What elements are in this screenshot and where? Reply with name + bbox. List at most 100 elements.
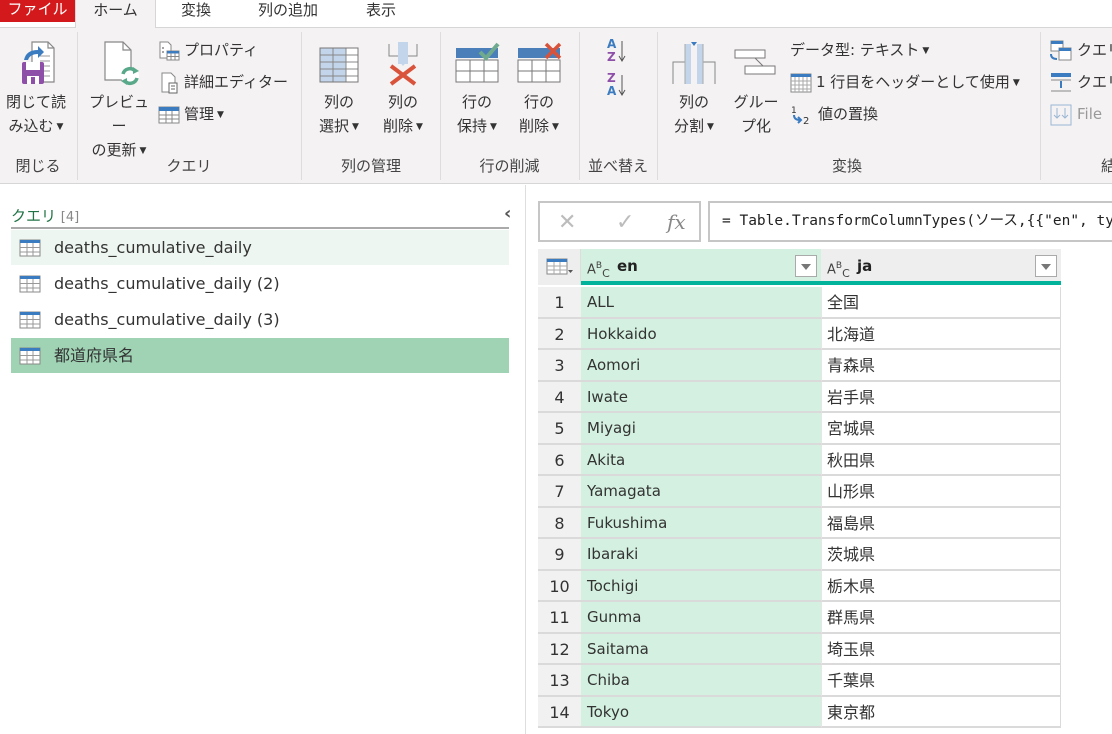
fx-icon[interactable]: fx (667, 210, 686, 234)
cell-en[interactable]: Yamagata (581, 476, 821, 508)
manage-button[interactable]: 管理 ▼ (158, 101, 224, 127)
cell-ja[interactable]: 栃木県 (821, 570, 1061, 602)
remove-rows-icon (517, 42, 562, 83)
ribbon-group-combine: クエリ クエリ File 結 (1041, 32, 1112, 180)
query-item-label: deaths_cumulative_daily (54, 238, 252, 257)
row-number[interactable]: 4 (538, 381, 581, 413)
query-item[interactable]: deaths_cumulative_daily (3) (11, 302, 509, 337)
cell-ja[interactable]: 千葉県 (821, 665, 1061, 697)
row-number[interactable]: 7 (538, 476, 581, 508)
row-number[interactable]: 8 (538, 507, 581, 539)
remove-columns-button[interactable]: 列の 削除 ▼ (374, 32, 432, 139)
chevron-down-icon: ▼ (352, 121, 359, 132)
collapse-pane-chevron-left-icon[interactable]: ‹ (504, 203, 511, 224)
column-header-ja[interactable]: ABC ja (821, 249, 1061, 285)
cell-en[interactable]: ALL (581, 287, 821, 319)
commit-check-icon[interactable]: ✓ (616, 210, 634, 235)
cell-ja[interactable]: 山形県 (821, 476, 1061, 508)
close-and-load-button[interactable]: 閉じて読 み込む ▼ (0, 32, 72, 139)
cell-en[interactable]: Aomori (581, 350, 821, 382)
tab-add-column[interactable]: 列の追加 (246, 0, 330, 28)
column-header-en[interactable]: ABC en (581, 249, 821, 285)
keep-rows-label-2: 保持 (457, 117, 488, 135)
use-first-row-as-headers-button[interactable]: 1 行目をヘッダーとして使用 ▼ (790, 69, 1020, 95)
properties-button[interactable]: プロパティ (158, 37, 258, 63)
cell-ja[interactable]: 埼玉県 (821, 633, 1061, 665)
group-label-reduce-rows: 行の削減 (479, 157, 540, 175)
keep-rows-icon (455, 42, 500, 83)
formula-input[interactable]: = Table.TransformColumnTypes(ソース,{{"en",… (708, 201, 1112, 242)
refresh-preview-button[interactable]: プレビュー の更新 ▼ (82, 32, 156, 163)
choose-columns-button[interactable]: 列の 選択 ▼ (310, 32, 368, 139)
merge-queries-button[interactable]: クエリ (1049, 37, 1112, 63)
filter-dropdown-ja[interactable] (1035, 255, 1057, 277)
cell-ja[interactable]: 秋田県 (821, 444, 1061, 476)
cell-ja[interactable]: 東京都 (821, 696, 1061, 728)
advanced-editor-button[interactable]: 詳細エディター (158, 69, 288, 95)
data-type-dropdown[interactable]: データ型: テキスト ▼ (790, 37, 929, 63)
cell-ja[interactable]: 福島県 (821, 507, 1061, 539)
cancel-x-icon[interactable]: ✕ (558, 210, 576, 235)
tab-home[interactable]: ホーム (75, 0, 156, 29)
cell-ja[interactable]: 岩手県 (821, 381, 1061, 413)
row-number[interactable]: 10 (538, 570, 581, 602)
cell-ja[interactable]: 全国 (821, 287, 1061, 319)
cell-ja[interactable]: 群馬県 (821, 602, 1061, 634)
row-number[interactable]: 11 (538, 602, 581, 634)
cell-ja[interactable]: 北海道 (821, 318, 1061, 350)
cell-en[interactable]: Hokkaido (581, 318, 821, 350)
cell-en[interactable]: Tochigi (581, 570, 821, 602)
svg-text:1: 1 (791, 106, 797, 116)
table-row: 11 Gunma 群馬県 (538, 602, 1062, 634)
row-number[interactable]: 3 (538, 350, 581, 382)
row-number[interactable]: 1 (538, 287, 581, 319)
group-label-manage-columns: 列の管理 (340, 157, 401, 175)
cell-en[interactable]: Akita (581, 444, 821, 476)
query-item[interactable]: deaths_cumulative_daily (2) (11, 266, 509, 301)
row-number[interactable]: 6 (538, 444, 581, 476)
cell-ja[interactable]: 茨城県 (821, 539, 1061, 571)
tab-view[interactable]: 表示 (355, 0, 407, 28)
cell-ja[interactable]: 青森県 (821, 350, 1061, 382)
filter-dropdown-en[interactable] (795, 255, 817, 277)
tab-transform[interactable]: 変換 (170, 0, 222, 28)
row-number[interactable]: 9 (538, 539, 581, 571)
cell-en[interactable]: Ibaraki (581, 539, 821, 571)
query-item[interactable]: deaths_cumulative_daily (11, 230, 509, 265)
sort-ascending-button[interactable]: A Z (606, 36, 632, 64)
group-label-query: クエリ (166, 157, 212, 175)
advanced-editor-icon (161, 72, 178, 93)
cell-en[interactable]: Miyagi (581, 413, 821, 445)
row-number[interactable]: 2 (538, 318, 581, 350)
query-item[interactable]: 都道府県名 (11, 338, 509, 373)
remove-rows-button[interactable]: 行の 削除 ▼ (509, 32, 569, 139)
sort-descending-button[interactable]: Z A (606, 70, 632, 98)
cell-en[interactable]: Fukushima (581, 507, 821, 539)
split-column-label-1: 列の (678, 93, 709, 111)
tab-file[interactable]: ファイル (0, 0, 75, 22)
replace-values-button[interactable]: 1 2 値の置換 (790, 101, 878, 127)
choose-columns-label-1: 列の (323, 93, 354, 111)
choose-columns-icon (319, 47, 359, 83)
svg-text:Z: Z (607, 50, 616, 64)
cell-en[interactable]: Iwate (581, 381, 821, 413)
append-queries-button[interactable]: クエリ (1049, 69, 1112, 95)
table-icon (19, 275, 41, 293)
group-by-button[interactable]: グルー プ化 (728, 32, 784, 138)
cell-en[interactable]: Chiba (581, 665, 821, 697)
row-number[interactable]: 14 (538, 696, 581, 728)
combine-files-button[interactable]: File (1049, 101, 1102, 127)
use-first-row-label: 1 行目をヘッダーとして使用 (816, 73, 1010, 91)
table-row: 13 Chiba 千葉県 (538, 665, 1062, 697)
row-number[interactable]: 13 (538, 665, 581, 697)
row-number[interactable]: 12 (538, 633, 581, 665)
group-by-label-2: プ化 (740, 117, 771, 135)
cell-en[interactable]: Gunma (581, 602, 821, 634)
table-menu-button[interactable] (538, 249, 581, 285)
split-column-button[interactable]: 列の 分割 ▼ (664, 32, 724, 139)
keep-rows-button[interactable]: 行の 保持 ▼ (447, 32, 507, 139)
row-number[interactable]: 5 (538, 413, 581, 445)
cell-en[interactable]: Saitama (581, 633, 821, 665)
cell-en[interactable]: Tokyo (581, 696, 821, 728)
cell-ja[interactable]: 宮城県 (821, 413, 1061, 445)
